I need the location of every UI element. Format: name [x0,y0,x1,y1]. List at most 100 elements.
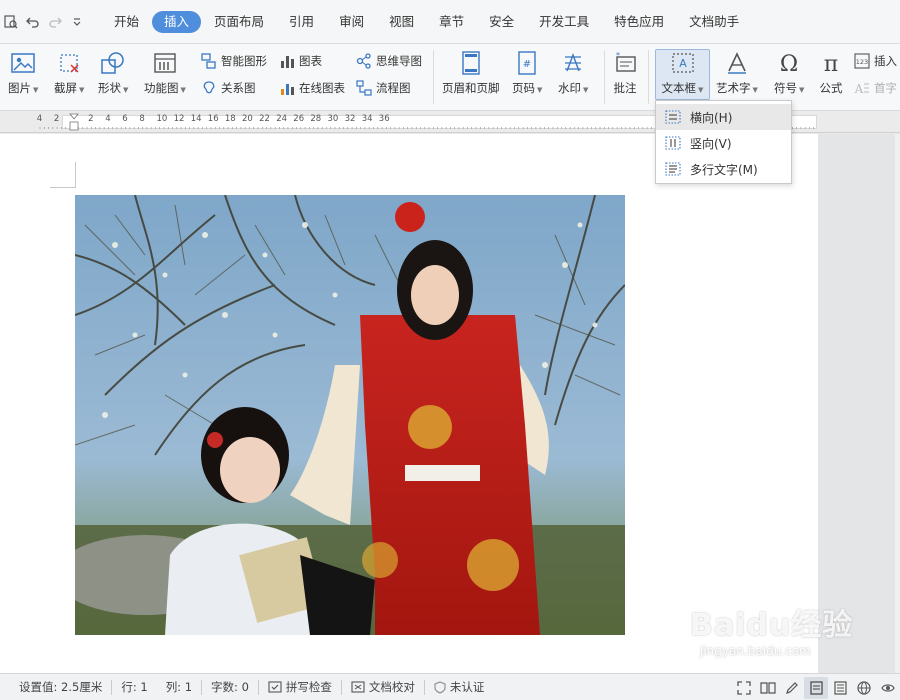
status-setting[interactable]: 设置值: 2.5厘米 [0,679,111,695]
pi-icon: π [818,50,844,76]
formula-button[interactable]: π 公式 [818,50,844,96]
doc-proofread-button[interactable]: 文档校对 [342,679,424,695]
certification-status[interactable]: 未认证 [425,679,494,695]
chart-icon [278,53,296,69]
smart-shape-button[interactable]: 智能图形 [200,52,267,70]
header-footer-button[interactable]: 页眉和页脚 [442,50,500,96]
comment-button[interactable]: * 批注 [612,50,638,96]
shape-button[interactable]: 形状 ▼ [98,50,128,96]
menu-bar: 开始 插入 页面布局 引用 审阅 视图 章节 安全 开发工具 特色应用 文档助手 [0,0,900,44]
wordart-button[interactable]: 艺术字 ▼ [716,50,758,96]
picture-button[interactable]: 图片 ▼ [8,50,38,96]
spell-check-button[interactable]: 拼写检查 [259,679,341,695]
vertical-textbox-icon [664,135,682,151]
web-view-icon[interactable] [852,677,876,699]
eye-protection-icon[interactable] [876,677,900,699]
ruler-number: 4 [36,114,43,124]
page-view-icon[interactable] [804,676,828,699]
svg-text:A: A [679,57,687,70]
reading-mode-icon[interactable] [756,677,780,699]
svg-text:#: # [523,59,531,70]
ruler-number: 30 [327,114,339,124]
shape-icon [100,50,126,76]
ruler-number: 16 [207,114,219,124]
symbol-button[interactable]: Ω 符号 ▼ [774,50,804,96]
pen-icon[interactable] [780,677,804,699]
tab-features[interactable]: 特色应用 [602,11,676,33]
relation-icon [200,80,218,96]
ruler-number: 10 [156,114,168,124]
wordart-icon [724,50,750,76]
flowchart-button[interactable]: 流程图 [355,79,411,97]
tab-developer[interactable]: 开发工具 [527,11,601,33]
watermark-url: jingyan.baidu.com [700,644,811,658]
mindmap-button[interactable]: 思维导图 [355,52,422,70]
screenshot-button[interactable]: 截屏 ▼ [54,50,84,96]
svg-text:Ω: Ω [780,52,798,75]
ruler-number: 18 [224,114,236,124]
ruler-number: 6 [122,114,128,124]
view-controls [732,674,900,700]
svg-text:π: π [824,52,838,75]
watermark-icon [560,50,586,76]
horizontal-textbox-icon [664,109,682,125]
dropcap-icon: A [853,80,871,96]
print-preview-icon[interactable] [0,11,22,33]
status-bar: 设置值: 2.5厘米 行: 1 列: 1 字数: 0 拼写检查 文档校对 未认证 [0,673,900,700]
tab-references[interactable]: 引用 [277,11,326,33]
tab-section[interactable]: 章节 [427,11,476,33]
ribbon-separator [648,50,649,104]
undo-icon[interactable] [22,11,44,33]
screenshot-icon [56,50,82,76]
function-chart-icon [152,50,178,76]
omega-icon: Ω [776,50,802,76]
tab-review[interactable]: 审阅 [327,11,376,33]
vertical-scrollbar[interactable] [895,134,900,673]
dropcap-button[interactable]: A 首字 [853,79,897,97]
status-row: 行: 1 [121,680,148,694]
tab-home[interactable]: 开始 [102,11,151,33]
ruler-number: 34 [361,114,373,124]
ruler-number: 36 [378,114,390,124]
tab-insert[interactable]: 插入 [152,10,202,33]
tab-doc-assistant[interactable]: 文档助手 [677,11,751,33]
ruler-number: 26 [293,114,305,124]
textbox-icon: A [670,50,696,76]
tab-security[interactable]: 安全 [477,11,526,33]
status-col: 列: 1 [165,680,193,694]
multiline-textbox-icon [664,161,682,177]
customize-dropdown-icon[interactable] [66,11,88,33]
outline-view-icon[interactable] [828,677,852,699]
tab-view[interactable]: 视图 [377,11,426,33]
picture-icon [10,50,36,76]
relation-chart-button[interactable]: 关系图 [200,79,256,97]
redo-icon[interactable] [44,11,66,33]
photo-image [75,195,625,635]
chart-button[interactable]: 图表 [278,52,322,70]
tab-page-layout[interactable]: 页面布局 [202,11,276,33]
function-chart-button[interactable]: 功能图 ▼ [144,50,186,96]
status-word-count[interactable]: 字数: 0 [202,679,258,695]
textbox-button[interactable]: A 文本框 ▼ [655,49,710,100]
ruler-number: 14 [190,114,202,124]
menu-item-multiline[interactable]: 多行文字(M) [656,156,791,182]
watermark-button[interactable]: 水印 ▼ [558,50,588,96]
online-chart-button[interactable]: 在线图表 [278,79,345,97]
ruler-number: 20 [242,114,253,124]
fullscreen-icon[interactable] [732,677,756,699]
baidu-jingyan-watermark: Baidu经验 jingyan.baidu.com [690,600,853,658]
document-page[interactable] [0,134,818,673]
comment-icon: * [612,50,638,76]
ruler-number: 22 [259,114,270,124]
shield-icon [434,680,446,694]
watermark-brand-cn: 经验 [791,608,854,643]
inserted-photo[interactable] [75,195,625,635]
page-number-button[interactable]: # 页码 ▼ [512,50,542,96]
ribbon-tabs: 开始 插入 页面布局 引用 审阅 视图 章节 安全 开发工具 特色应用 文档助手 [102,10,752,33]
menu-item-vertical[interactable]: 竖向(V) [656,130,791,156]
insert-number-button[interactable]: 123 插入 [853,52,897,70]
menu-item-horizontal[interactable]: 横向(H) [656,104,791,130]
ribbon-separator [433,50,434,104]
document-area[interactable] [0,134,900,673]
ribbon-separator [604,50,605,104]
